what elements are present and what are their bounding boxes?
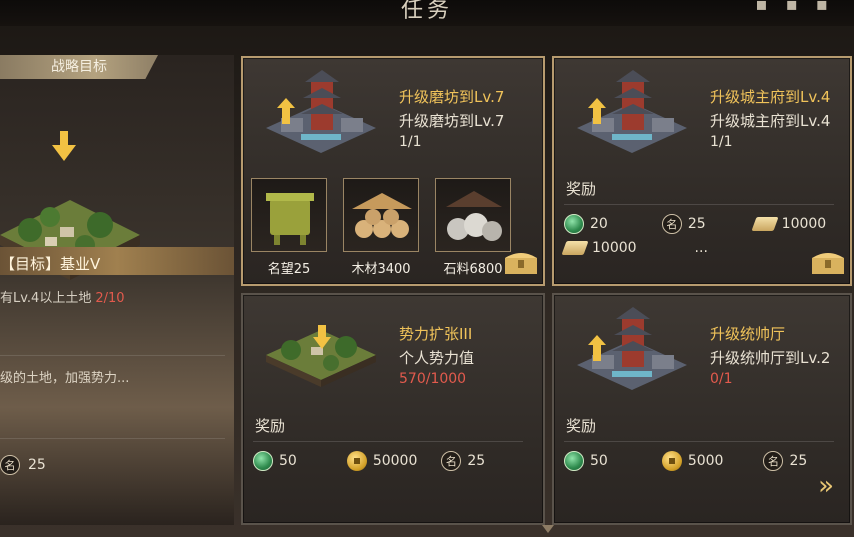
strategy-ribbon: 战略目标 <box>0 55 158 79</box>
reward-gold: 5000 <box>661 451 724 471</box>
task-desc: 升级统帅厅到Lv.2 <box>710 349 831 367</box>
reward-jade: 50 <box>253 451 297 471</box>
stone-pile-icon <box>446 191 502 241</box>
goal-description: 级的土地，加强势力... <box>0 371 130 386</box>
page-title: 任务 <box>400 0 453 23</box>
strategy-panel[interactable]: 战略目标 【目标】基业V 有Lv.4以上土地 2/10 级的土地，加强势力... … <box>0 55 234 525</box>
upgrade-arrow-icon <box>588 335 606 361</box>
reward-more: ... <box>694 240 708 256</box>
top-right-icons[interactable]: ▪▪▪ <box>755 0 846 15</box>
task-name: 势力扩张III <box>399 325 473 343</box>
fame-icon: 名 <box>661 214 682 234</box>
fame-icon: 名 <box>763 451 784 471</box>
reward-fame: 名 25 <box>441 451 485 471</box>
reward-jade-value: 50 <box>590 453 608 469</box>
divider <box>253 441 523 442</box>
fame-icon: 名 <box>441 451 462 471</box>
down-arrow-icon <box>313 325 331 349</box>
gold-coin-icon <box>346 451 367 471</box>
goal-requirement: 有Lv.4以上土地 2/10 <box>0 287 125 306</box>
reward-row-2: 10000 ... <box>561 240 708 256</box>
reward-wood: 10000 <box>751 216 827 232</box>
reward-label: 奖励 <box>566 417 597 435</box>
reward-row: 50 5000 名 25 <box>564 451 807 471</box>
task-name: 升级磨坊到Lv.7 <box>399 88 505 106</box>
reward-jade-value: 20 <box>590 216 608 232</box>
goal-reward: 名 25 <box>0 455 46 475</box>
task-progress: 0/1 <box>710 371 733 387</box>
top-bar: 任务 ▪▪▪ <box>0 0 854 26</box>
fame-icon: 名 <box>0 455 20 475</box>
strategy-ribbon-label: 战略目标 <box>51 59 107 75</box>
reward-gold-value: 50000 <box>372 453 418 469</box>
wood-logs-icon <box>352 193 412 238</box>
upgrade-arrow-icon <box>277 98 295 124</box>
task-card-mill[interactable]: 升级磨坊到Lv.7 升级磨坊到Lv.7 1/1 名望25 木材3400 石料68… <box>241 56 545 286</box>
task-progress: 1/1 <box>399 134 422 150</box>
reward-item-fame[interactable] <box>251 178 327 252</box>
reward-fame: 名 25 <box>763 451 807 471</box>
goal-reward-fame: 25 <box>28 457 46 473</box>
reward-label: 奖励 <box>566 180 597 198</box>
task-progress: 1/1 <box>710 134 733 150</box>
reward-row: 50 50000 名 25 <box>253 451 485 471</box>
reward-jade: 50 <box>564 451 608 471</box>
down-arrow-icon <box>52 131 76 161</box>
gold-coin-icon <box>661 451 682 471</box>
divider <box>0 438 225 439</box>
goal-requirement-text: 有Lv.4以上土地 <box>0 291 92 306</box>
task-card-lord-mansion[interactable]: 升级城主府到Lv.4 升级城主府到Lv.4 1/1 奖励 20 名 25 1000… <box>552 56 852 286</box>
divider <box>564 441 834 442</box>
reward-label: 奖励 <box>255 417 286 435</box>
divider <box>0 355 225 356</box>
reward-item-wood[interactable] <box>343 178 419 252</box>
task-name: 升级城主府到Lv.4 <box>710 88 831 106</box>
reward-stone: 10000 <box>561 240 637 256</box>
reward-wood-value: 10000 <box>781 216 827 232</box>
land-tile-image <box>266 330 376 387</box>
stone-icon <box>561 241 589 255</box>
next-page-icon[interactable]: » <box>818 471 834 501</box>
reward-jade: 20 <box>564 214 608 234</box>
task-card-expansion[interactable]: 势力扩张III 个人势力值 570/1000 奖励 50 50000 名 25 <box>241 293 545 525</box>
reward-fame-value: 25 <box>687 216 706 232</box>
chest-icon[interactable] <box>810 248 846 276</box>
task-card-command-hall[interactable]: 升级统帅厅 升级统帅厅到Lv.2 0/1 奖励 50 5000 名 25 » <box>552 293 852 525</box>
reward-jade-value: 50 <box>279 453 297 469</box>
reward-item-stone[interactable] <box>435 178 511 252</box>
divider <box>564 204 834 205</box>
goal-progress: 2/10 <box>95 291 125 306</box>
task-desc: 升级城主府到Lv.4 <box>710 112 831 130</box>
bronze-cauldron-icon <box>266 193 314 245</box>
goal-title: 【目标】基业V <box>0 255 101 273</box>
reward-label-wood: 木材3400 <box>351 262 411 277</box>
task-desc: 升级磨坊到Lv.7 <box>399 112 505 130</box>
upgrade-arrow-icon <box>588 98 606 124</box>
jade-icon <box>564 451 584 471</box>
scroll-down-indicator[interactable] <box>542 525 554 535</box>
reward-label-fame: 名望25 <box>267 262 311 277</box>
task-desc: 个人势力值 <box>399 349 475 367</box>
task-progress: 570/1000 <box>399 371 467 387</box>
task-name: 升级统帅厅 <box>710 325 786 343</box>
jade-icon <box>253 451 273 471</box>
reward-fame-value: 25 <box>467 453 486 469</box>
reward-fame: 名 25 <box>661 214 706 234</box>
wood-icon <box>751 217 779 231</box>
chest-icon[interactable] <box>503 248 539 276</box>
reward-stone-value: 10000 <box>592 240 637 256</box>
reward-gold-value: 5000 <box>687 453 724 469</box>
reward-popup: 名望25 木材3400 石料6800 <box>251 178 541 280</box>
reward-gold: 50000 <box>346 451 418 471</box>
jade-icon <box>564 214 584 234</box>
reward-fame-value: 25 <box>789 453 808 469</box>
reward-row: 20 名 25 10000 <box>564 214 826 234</box>
